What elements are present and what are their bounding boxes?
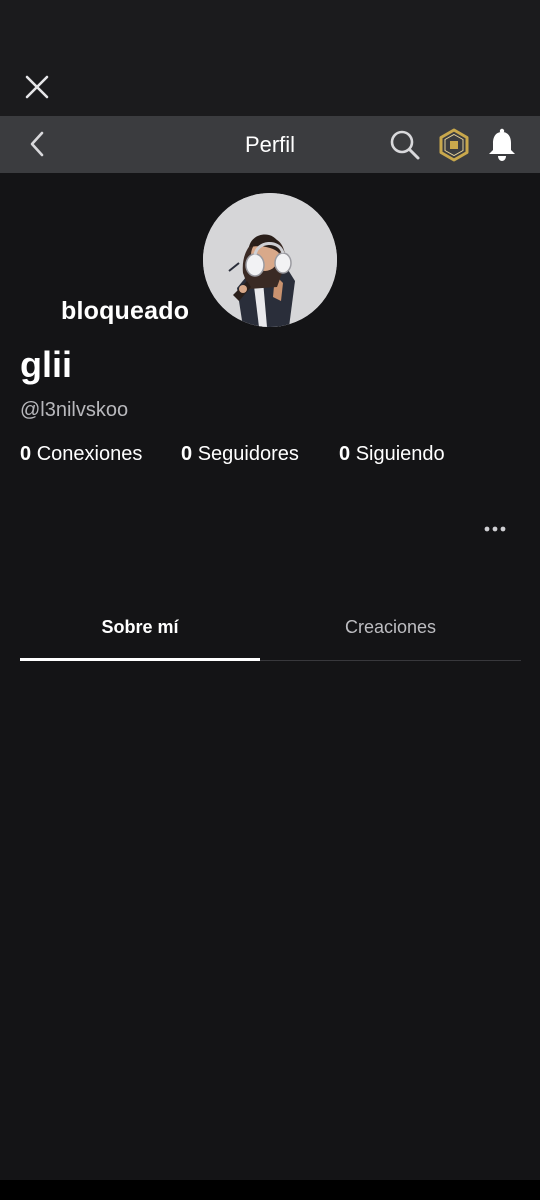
chevron-left-icon[interactable] <box>22 128 54 160</box>
bell-icon[interactable] <box>485 127 519 163</box>
stat-value: 0 <box>181 443 193 465</box>
username: @l3nilvskoo <box>20 399 129 421</box>
profile-screen: Perfil bloqueado glii @l3nilvskoo 0 Cone… <box>0 0 540 1200</box>
stat-value: 0 <box>339 443 351 465</box>
close-icon[interactable] <box>20 70 54 104</box>
display-name: glii <box>20 344 72 385</box>
stat-label: Siguiendo <box>355 443 445 465</box>
system-nav-bar <box>0 1180 540 1200</box>
search-icon[interactable] <box>388 128 422 162</box>
stat-label: Conexiones <box>36 443 143 465</box>
stat-value: 0 <box>20 443 32 465</box>
status-label: bloqueado <box>61 297 190 325</box>
stat-label: Seguidores <box>197 443 299 465</box>
navigation-bar: Perfil <box>0 116 540 173</box>
tab-creations[interactable]: Creaciones <box>260 600 521 656</box>
profile-tabs: Sobre mí Creaciones <box>20 600 521 662</box>
avatar[interactable] <box>203 193 337 327</box>
stat-connections[interactable]: 0 Conexiones <box>20 443 142 466</box>
stat-following[interactable]: 0 Siguiendo <box>339 443 445 466</box>
robux-icon[interactable] <box>436 127 472 163</box>
more-horizontal-icon[interactable] <box>478 518 512 540</box>
stat-followers[interactable]: 0 Seguidores <box>181 443 299 466</box>
top-bar <box>0 0 540 116</box>
avatar-image <box>203 193 337 327</box>
active-tab-indicator <box>20 658 260 661</box>
tab-about[interactable]: Sobre mí <box>20 600 260 656</box>
